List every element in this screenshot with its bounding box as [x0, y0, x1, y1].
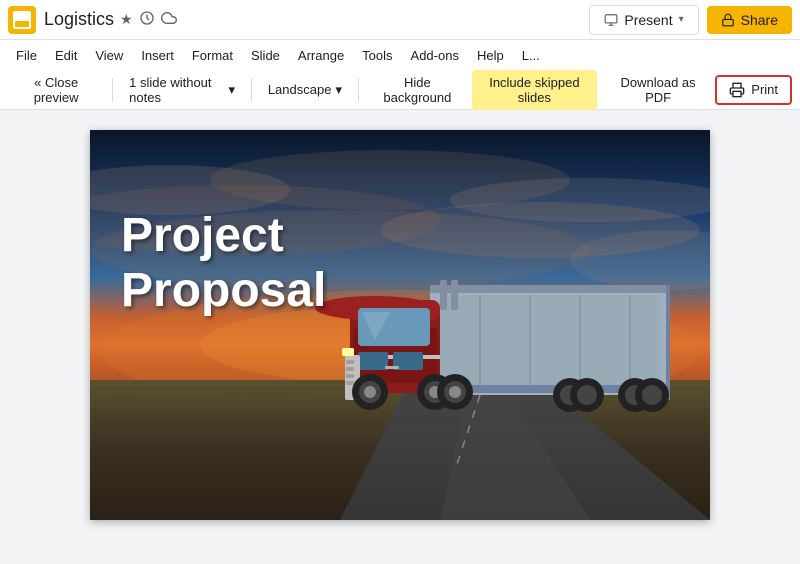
landscape-chevron: ▾: [335, 82, 342, 98]
hide-background-button[interactable]: Hide background: [367, 70, 468, 110]
app-title: Logistics: [44, 9, 114, 30]
slides-chevron: ▾: [228, 82, 235, 98]
slide-title-line1: Project: [121, 209, 284, 262]
landscape-label: Landscape: [268, 82, 332, 97]
title-icons: ★: [120, 10, 177, 29]
slide-title: Project Proposal: [121, 208, 400, 318]
menu-view[interactable]: View: [87, 44, 131, 67]
slides-dropdown[interactable]: 1 slide without notes ▾: [121, 70, 243, 110]
menu-edit[interactable]: Edit: [47, 44, 85, 67]
hide-background-label: Hide background: [377, 75, 458, 105]
menu-format[interactable]: Format: [184, 44, 241, 67]
history-icon[interactable]: [139, 10, 155, 29]
present-button[interactable]: Present ▾: [589, 5, 698, 35]
slide-text-container: Project Proposal: [121, 208, 400, 318]
close-preview-label: « Close preview: [18, 75, 94, 105]
share-label: Share: [741, 12, 778, 28]
print-icon: [729, 82, 745, 98]
share-button[interactable]: Share: [707, 6, 792, 34]
menu-more[interactable]: L...: [514, 44, 548, 67]
present-label: Present: [624, 12, 672, 28]
close-preview-button[interactable]: « Close preview: [8, 70, 104, 110]
menu-help[interactable]: Help: [469, 44, 512, 67]
print-label: Print: [751, 82, 778, 97]
slides-label: 1 slide without notes: [129, 75, 224, 105]
title-right: Present ▾ Share: [589, 5, 792, 35]
menu-tools[interactable]: Tools: [354, 44, 400, 67]
title-bar: Logistics ★ Present ▾ Share: [0, 0, 800, 40]
toolbar: « Close preview 1 slide without notes ▾ …: [0, 70, 800, 110]
menu-addons[interactable]: Add-ons: [403, 44, 467, 67]
slide-panel: Project Proposal: [0, 110, 800, 564]
include-skipped-button[interactable]: Include skipped slides: [472, 70, 597, 110]
download-pdf-button[interactable]: Download as PDF: [605, 70, 711, 110]
main-content: Project Proposal: [0, 110, 800, 564]
menu-file[interactable]: File: [8, 44, 45, 67]
menu-bar: File Edit View Insert Format Slide Arran…: [0, 40, 800, 70]
download-label: Download as PDF: [615, 75, 701, 105]
menu-insert[interactable]: Insert: [133, 44, 182, 67]
present-chevron: ▾: [679, 14, 684, 25]
star-icon[interactable]: ★: [120, 11, 133, 28]
menu-arrange[interactable]: Arrange: [290, 44, 352, 67]
toolbar-divider-2: [251, 78, 252, 102]
menu-slide[interactable]: Slide: [243, 44, 288, 67]
print-button[interactable]: Print: [715, 75, 792, 105]
app-icon: [8, 6, 36, 34]
toolbar-divider-3: [358, 78, 359, 102]
slide-preview: Project Proposal: [90, 130, 710, 520]
landscape-button[interactable]: Landscape ▾: [260, 77, 350, 103]
cloud-icon[interactable]: [161, 10, 177, 29]
slide-clouds-svg: [90, 130, 710, 520]
include-skipped-label: Include skipped slides: [489, 75, 579, 105]
slide-title-line2: Proposal: [121, 264, 326, 317]
toolbar-divider-1: [112, 78, 113, 102]
